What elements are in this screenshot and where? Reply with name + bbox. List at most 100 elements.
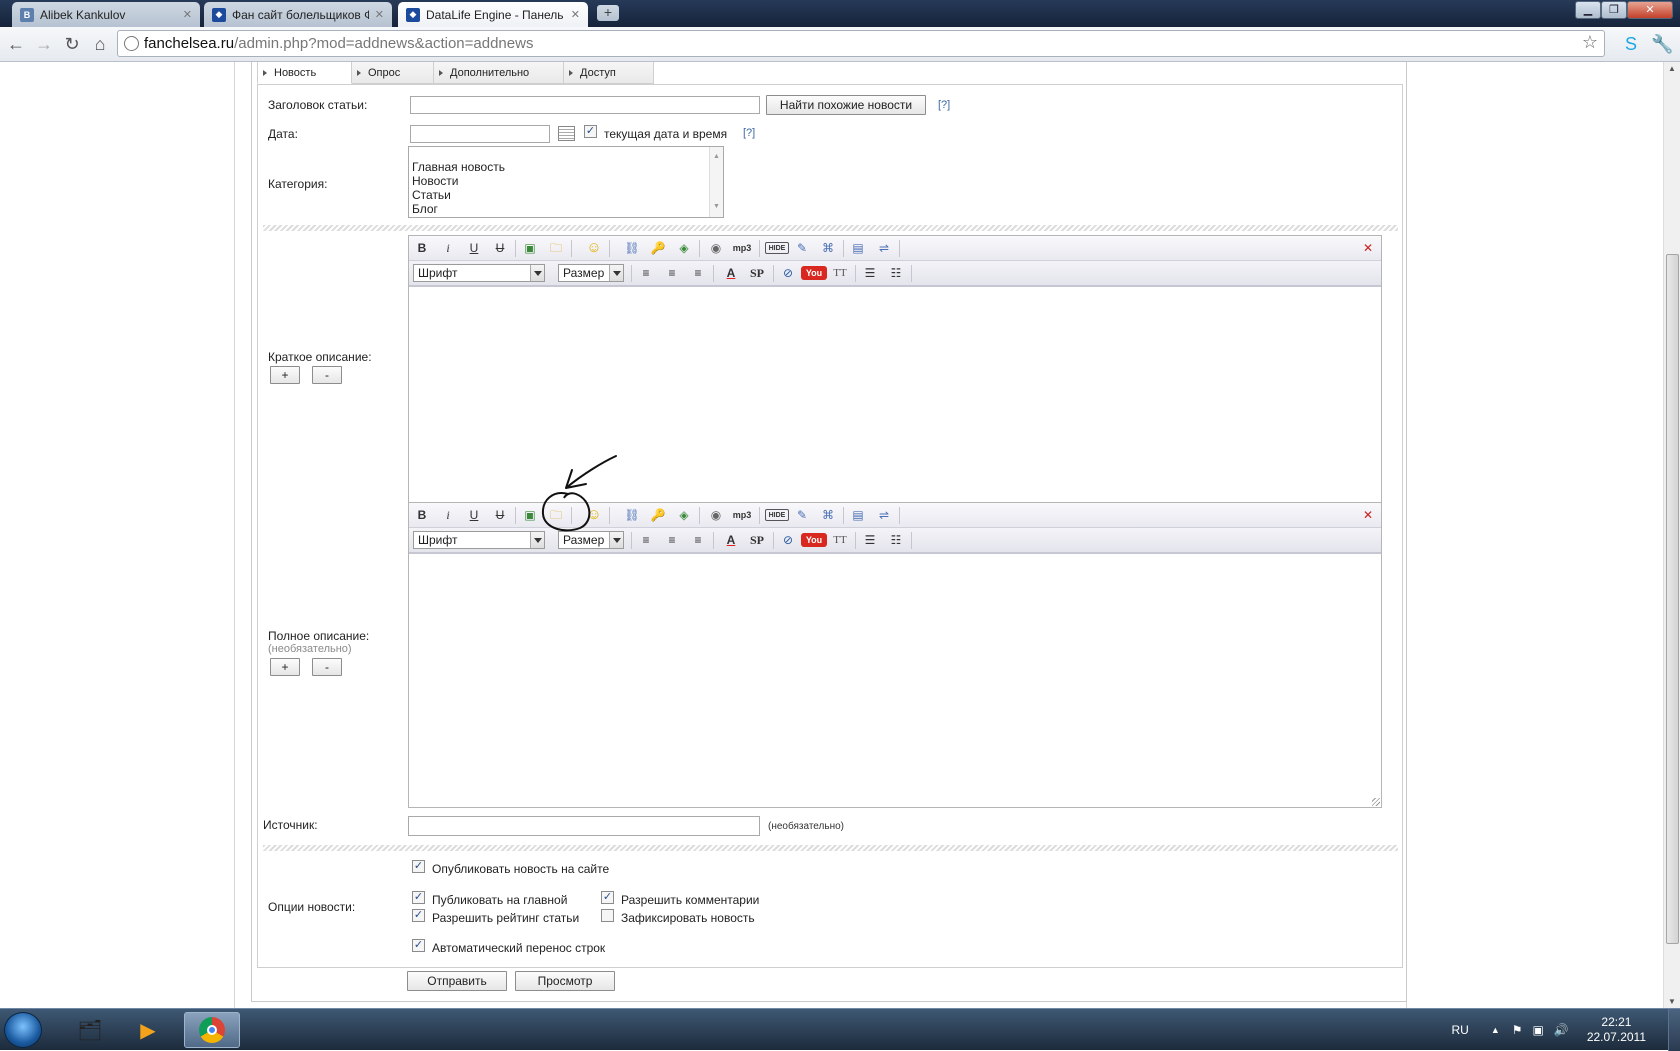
- title-help-link[interactable]: [?]: [938, 99, 950, 111]
- reload-icon[interactable]: ↻: [62, 34, 82, 54]
- close-tab-icon[interactable]: ✕: [375, 8, 384, 21]
- close-editor-icon[interactable]: ✕: [1359, 240, 1377, 256]
- language-indicator[interactable]: RU: [1452, 1023, 1469, 1037]
- comments-checkbox[interactable]: ✓: [601, 891, 614, 904]
- bullet-list-icon[interactable]: ☰: [861, 265, 879, 281]
- typograph-icon[interactable]: TT: [831, 265, 849, 281]
- short-expand-button[interactable]: +: [270, 366, 300, 384]
- volume-icon[interactable]: 🔊: [1554, 1023, 1569, 1037]
- network-icon[interactable]: ▣: [1533, 1023, 1544, 1037]
- bold-icon[interactable]: B: [413, 507, 431, 523]
- underline-icon[interactable]: U: [465, 507, 483, 523]
- numbered-list-icon[interactable]: ☷: [887, 532, 905, 548]
- tab-news[interactable]: Новость: [257, 62, 352, 84]
- browser-tab-1[interactable]: B Alibek Kankulov ✕: [12, 2, 200, 27]
- underline-icon[interactable]: U: [465, 240, 483, 256]
- italic-icon[interactable]: i: [439, 507, 457, 523]
- smiley-icon[interactable]: ☺: [585, 240, 603, 256]
- youtube-icon[interactable]: You: [801, 266, 827, 280]
- text-color-icon[interactable]: A: [722, 532, 740, 548]
- key-icon[interactable]: 🔑: [649, 507, 667, 523]
- spoiler-icon[interactable]: SP: [745, 265, 769, 281]
- align-right-icon[interactable]: ≡: [689, 532, 707, 548]
- hide-icon[interactable]: HIDE: [765, 509, 789, 521]
- media-icon[interactable]: ◉: [707, 507, 725, 523]
- full-expand-button[interactable]: +: [270, 658, 300, 676]
- explorer-icon[interactable]: 🗂: [62, 1012, 118, 1048]
- publish-checkbox[interactable]: ✓: [412, 860, 425, 873]
- close-tab-icon[interactable]: ✕: [571, 8, 580, 21]
- spoiler-icon[interactable]: SP: [745, 532, 769, 548]
- strike-icon[interactable]: U: [491, 240, 509, 256]
- main-page-checkbox[interactable]: ✓: [412, 891, 425, 904]
- date-help-link[interactable]: [?]: [743, 127, 755, 139]
- minimize-icon[interactable]: ▁: [1575, 1, 1601, 19]
- link-icon[interactable]: ⛓: [623, 240, 641, 256]
- preview-button[interactable]: Просмотр: [515, 971, 615, 991]
- back-icon[interactable]: ←: [6, 34, 26, 54]
- full-shrink-button[interactable]: -: [312, 658, 342, 676]
- title-input[interactable]: [410, 96, 760, 114]
- skype-extension-icon[interactable]: S: [1621, 34, 1641, 54]
- scroll-down-icon[interactable]: ▼: [713, 200, 720, 214]
- browser-tab-2[interactable]: ◆ Фан сайт болельщиков Ф ✕: [204, 2, 392, 27]
- code-icon[interactable]: ⌘: [819, 507, 837, 523]
- browser-tab-3[interactable]: ◆ DataLife Engine - Панель у ✕: [398, 2, 588, 27]
- close-editor-icon[interactable]: ✕: [1359, 507, 1377, 523]
- edit-quote-icon[interactable]: ✎: [793, 240, 811, 256]
- align-center-icon[interactable]: ≡: [663, 532, 681, 548]
- current-date-checkbox[interactable]: ✓: [584, 125, 597, 138]
- media-player-icon[interactable]: ▶: [120, 1012, 176, 1048]
- align-right-icon[interactable]: ≡: [689, 265, 707, 281]
- clock[interactable]: 22:21 22.07.2011: [1587, 1015, 1646, 1045]
- wrench-icon[interactable]: 🔧: [1651, 34, 1671, 54]
- edit-quote-icon[interactable]: ✎: [793, 507, 811, 523]
- category-scrollbar[interactable]: ▲▼: [709, 147, 723, 217]
- home-icon[interactable]: ⌂: [90, 34, 110, 54]
- page-scrollbar[interactable]: ▲ ▼: [1663, 62, 1680, 1008]
- page-break-icon[interactable]: ▤: [849, 507, 867, 523]
- calendar-icon[interactable]: [558, 126, 575, 141]
- chrome-icon[interactable]: [184, 1012, 240, 1048]
- start-button[interactable]: [4, 1012, 42, 1048]
- category-list[interactable]: Главная новость Новости Статьи Блог ▲▼: [408, 146, 724, 218]
- folder-icon[interactable]: 🗀: [547, 240, 565, 256]
- tab-access[interactable]: Доступ: [564, 62, 654, 84]
- bullet-list-icon[interactable]: ☰: [861, 532, 879, 548]
- font-select[interactable]: Шрифт: [413, 531, 545, 549]
- new-tab-button[interactable]: +: [597, 5, 619, 21]
- resize-grip-icon[interactable]: [1372, 798, 1380, 806]
- page-break-icon[interactable]: ▤: [849, 240, 867, 256]
- scroll-down-icon[interactable]: ▼: [1668, 997, 1676, 1006]
- full-desc-textarea[interactable]: [409, 553, 1381, 807]
- date-input[interactable]: [410, 125, 550, 143]
- source-input[interactable]: [408, 816, 760, 836]
- autowrap-checkbox[interactable]: ✓: [412, 939, 425, 952]
- close-tab-icon[interactable]: ✕: [183, 8, 192, 21]
- short-shrink-button[interactable]: -: [312, 366, 342, 384]
- strike-icon[interactable]: U: [491, 507, 509, 523]
- page-link-icon[interactable]: ⇌: [875, 240, 893, 256]
- hide-icon[interactable]: HIDE: [765, 242, 789, 254]
- scrollbar-thumb[interactable]: [1666, 254, 1679, 944]
- flag-icon[interactable]: ⚑: [1512, 1023, 1523, 1037]
- show-desktop-button[interactable]: [1668, 1009, 1680, 1051]
- align-left-icon[interactable]: ≡: [637, 532, 655, 548]
- fix-news-checkbox[interactable]: [601, 909, 614, 922]
- align-left-icon[interactable]: ≡: [637, 265, 655, 281]
- scroll-up-icon[interactable]: ▲: [1668, 64, 1676, 73]
- tab-additional[interactable]: Дополнительно: [434, 62, 564, 84]
- find-similar-button[interactable]: Найти похожие новости: [766, 95, 926, 115]
- submit-button[interactable]: Отправить: [407, 971, 507, 991]
- align-center-icon[interactable]: ≡: [663, 265, 681, 281]
- page-link-icon[interactable]: ⇌: [875, 507, 893, 523]
- size-select[interactable]: Размер: [558, 264, 624, 282]
- forward-icon[interactable]: →: [34, 34, 54, 54]
- mp3-icon[interactable]: mp3: [729, 240, 755, 256]
- maximize-icon[interactable]: ❐: [1601, 1, 1627, 19]
- flash-icon[interactable]: ⊘: [779, 265, 797, 281]
- address-bar[interactable]: fanchelsea.ru/admin.php?mod=addnews&acti…: [117, 30, 1605, 57]
- flash-icon[interactable]: ⊘: [779, 532, 797, 548]
- media-icon[interactable]: ◉: [707, 240, 725, 256]
- bold-icon[interactable]: B: [413, 240, 431, 256]
